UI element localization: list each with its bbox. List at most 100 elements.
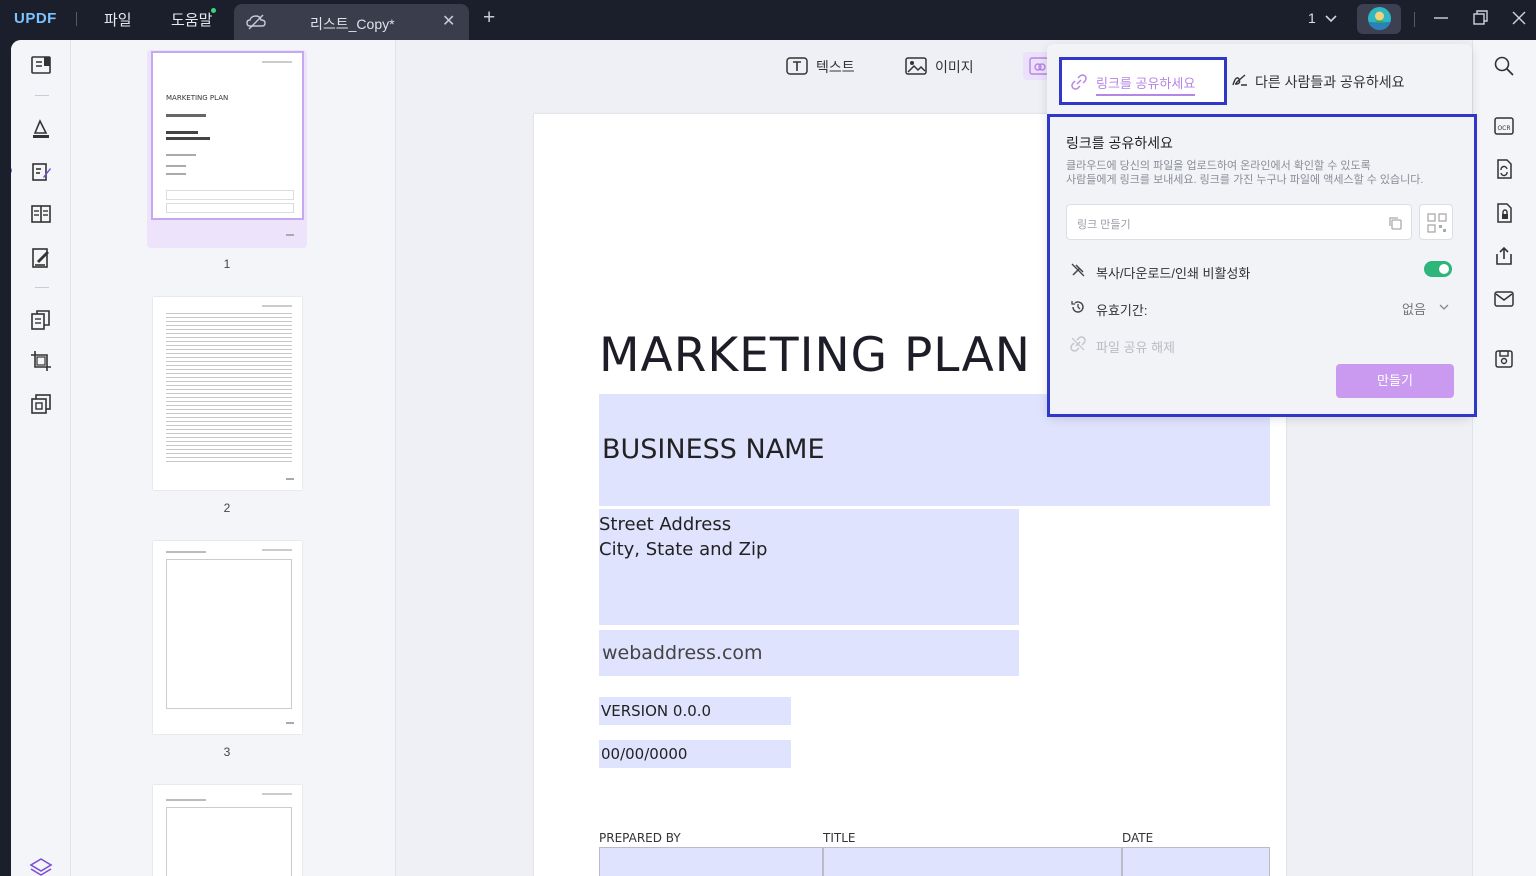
share-panel: 링크를 공유하세요 다른 사람들과 공유하세요 링크를 공유하세요 클라우드에 … [1047,44,1477,417]
version-field[interactable]: VERSION 0.0.0 [599,697,791,725]
thumb-header-line [262,793,292,795]
search-icon[interactable] [1493,55,1515,77]
thumb-toc-lines [166,313,292,465]
title-separator [1414,12,1415,27]
share-icon[interactable] [1493,245,1515,267]
image-tool-button[interactable]: 이미지 [905,54,974,80]
tab-share-people-label: 다른 사람들과 공유하세요 [1255,74,1405,90]
text-tool-icon [786,56,808,79]
share-section-title: 링크를 공유하세요 [1066,135,1173,151]
chevron-down-icon [1438,301,1450,316]
date-cell[interactable] [1122,847,1270,876]
workspace: MARKETING PLAN 1 2 3 텍스트 이미지 MARKETING P… [11,40,1536,876]
expiry-value: 없음 [1402,302,1426,317]
link-field-placeholder: 링크 만들기 [1077,219,1131,231]
thumb-header-line [262,549,292,551]
crop-icon[interactable] [29,349,53,373]
thumb-line [166,165,186,167]
tab-share-link-label: 링크를 공유하세요 [1096,73,1196,96]
sign-icon[interactable] [29,246,53,270]
city-state-text: City, State and Zip [599,539,768,560]
window-count[interactable]: 1 [1308,10,1316,26]
thumb-header-line [262,305,292,307]
history-icon [1070,299,1086,318]
street-address-text: Street Address [599,514,732,535]
share-link-section: 링크를 공유하세요 클라우드에 당신의 파일을 업로드하여 온라인에서 확인할 … [1047,114,1477,417]
disable-copy-toggle[interactable] [1424,261,1452,277]
thumbnail-page-3[interactable] [153,541,302,734]
tab-share-link[interactable]: 링크를 공유하세요 [1059,57,1227,105]
right-toolbar: OCR [1472,40,1536,876]
date-field[interactable]: 00/00/0000 [599,740,791,768]
disable-copy-label: 복사/다운로드/인쇄 비활성화 [1096,266,1251,281]
thumb-line [166,154,196,156]
thumb-line [166,137,210,140]
edit-pdf-icon[interactable] [29,160,53,184]
reader-icon[interactable] [29,53,53,77]
layers-icon[interactable] [29,855,53,876]
menu-help[interactable]: 도움말 [171,9,212,30]
image-tool-icon [905,56,927,79]
thumbnail-page-4[interactable] [153,785,302,876]
thumb-heading-line [166,799,206,801]
restore-icon[interactable] [1472,9,1490,32]
toolbar-separator [35,287,49,288]
text-tool-label: 텍스트 [816,59,855,75]
link-off-icon [1070,336,1086,355]
thumbnail-page-2[interactable] [153,297,302,490]
version-text: VERSION 0.0.0 [601,702,712,720]
thumbnail-page-1[interactable]: MARKETING PLAN [151,51,304,236]
thumb-table [166,203,294,213]
menu-file[interactable]: 파일 [104,9,132,30]
avatar[interactable] [1357,4,1401,34]
convert-icon[interactable] [1493,158,1515,180]
thumb-table [166,190,294,200]
address-field[interactable]: Street Address City, State and Zip [599,509,1019,625]
mail-icon[interactable] [1493,288,1515,310]
title-cell[interactable] [823,847,1122,876]
web-address-field[interactable]: webaddress.com [599,630,1019,676]
cloud-off-icon [246,13,266,36]
share-description-line: 사람들에게 링크를 보내세요. 링크를 가진 누구나 파일에 액세스할 수 있습… [1066,174,1424,186]
organize-pages-icon[interactable] [29,308,53,332]
qr-code-button[interactable] [1419,204,1453,240]
thumb-line [166,131,198,134]
close-tab-icon[interactable]: ✕ [442,11,455,31]
text-tool-button[interactable]: 텍스트 [786,54,855,80]
copy-pages-icon[interactable] [29,392,53,416]
left-toolbar [11,40,71,876]
save-icon[interactable] [1493,348,1515,370]
link-field[interactable]: 링크 만들기 [1066,204,1412,240]
thumb-line [166,173,186,175]
close-window-icon[interactable] [1510,9,1528,32]
share-description: 클라우드에 당신의 파일을 업로드하여 온라인에서 확인할 수 있도록 사람들에… [1066,159,1466,187]
avatar-image [1368,7,1391,30]
thumb-footer [286,478,294,480]
prepared-by-header: PREPARED BY [599,831,681,845]
prepared-by-cell[interactable] [599,847,823,876]
thumb-footer [286,722,294,724]
expiry-select[interactable]: 없음 [1402,299,1449,318]
thumbnail-number: 3 [223,745,231,759]
add-tab-icon[interactable]: + [483,7,495,28]
protect-icon[interactable] [1493,202,1515,224]
expiry-label: 유효기간: [1096,303,1148,318]
title-header: TITLE [823,831,856,845]
thumb-box [166,559,292,709]
svg-text:OCR: OCR [1497,125,1510,132]
date-text: 00/00/0000 [601,745,688,763]
highlight-icon[interactable] [29,117,53,141]
app-logo: UPDF [14,10,57,27]
create-link-button[interactable]: 만들기 [1336,364,1454,398]
image-tool-label: 이미지 [935,59,974,75]
copy-icon[interactable] [1387,215,1403,236]
document-tab[interactable]: 리스트_Copy* ✕ [234,4,469,40]
form-icon[interactable] [29,202,53,226]
ocr-icon[interactable]: OCR [1493,115,1515,137]
toolbar-separator [35,95,49,96]
minimize-icon[interactable] [1432,9,1450,32]
thumbnail-panel: MARKETING PLAN 1 2 3 [71,40,396,876]
thumb-line [166,114,206,117]
chevron-down-icon[interactable] [1325,11,1337,29]
thumb-heading-line [166,551,206,553]
